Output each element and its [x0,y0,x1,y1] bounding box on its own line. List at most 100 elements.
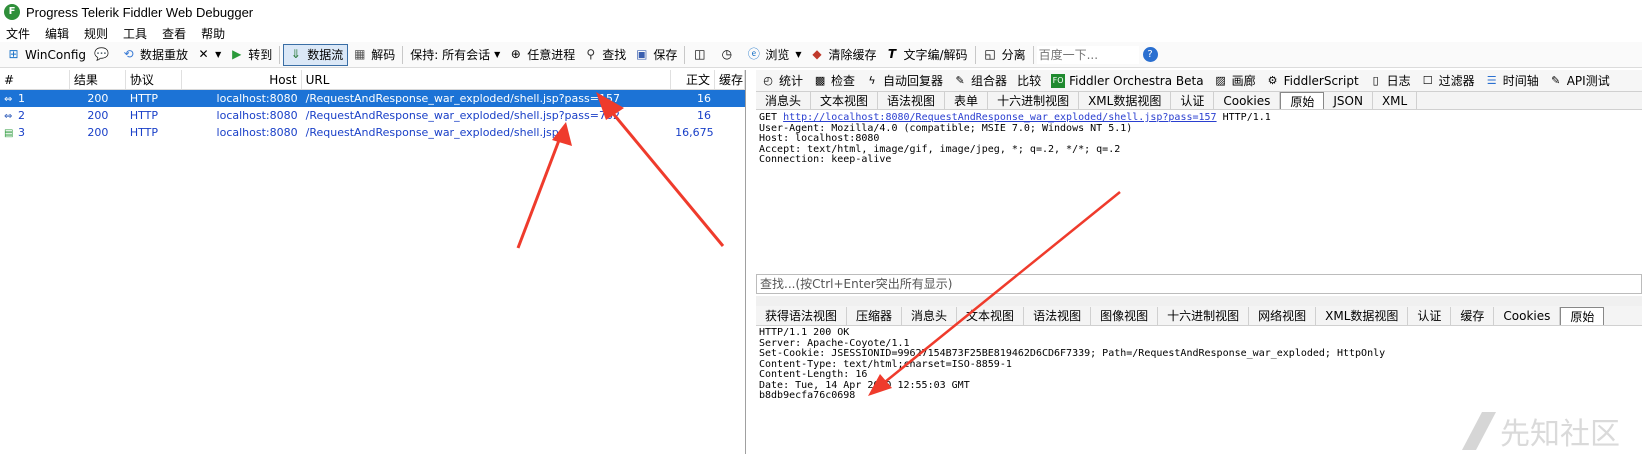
session-host: localhost:8080 [216,126,298,139]
text-encode-button[interactable]: T 文字编/解码 [881,44,972,66]
screenshot-button[interactable]: ◫ [688,44,715,66]
session-protocol: HTTP [129,92,158,105]
response-tab-headers[interactable]: 消息头 [902,306,958,325]
request-tab-auth[interactable]: 认证 [1171,92,1215,109]
stream-button[interactable]: ⇓ 数据流 [283,43,349,66]
session-list-header: # 结果 协议 Host URL 正文 缓存 [0,70,745,90]
response-body: b8db9ecfa76c0698 [759,390,856,401]
tearoff-button[interactable]: ◱ 分离 [979,44,1030,66]
response-tab-webview[interactable]: 网络视图 [1249,306,1317,325]
save-button[interactable]: ▣ 保存 [630,44,681,66]
tab-inspectors[interactable]: ▩ 检查 [808,71,860,91]
column-header-number[interactable]: # [0,70,70,89]
menu-edit[interactable]: 编辑 [45,25,69,42]
api-test-icon: ✎ [1551,73,1561,87]
menu-tools[interactable]: 工具 [123,25,147,42]
find-button[interactable]: ⚲ 查找 [579,44,630,66]
response-tab-cookies[interactable]: Cookies [1494,306,1561,325]
response-tab-hexview[interactable]: 十六进制视图 [1158,306,1250,325]
column-header-result[interactable]: 结果 [70,70,126,89]
checkbox-icon: ☐ [1422,73,1433,87]
response-tab-get-syntaxview[interactable]: 获得语法视图 [756,306,848,325]
response-tab-xml-data[interactable]: XML数据视图 [1316,306,1409,325]
pane-splitter[interactable] [756,296,1642,306]
request-method: GET [759,112,778,123]
search-input[interactable] [1036,45,1139,64]
go-button[interactable]: ▶ 转到 [225,44,276,66]
request-url-link[interactable]: http://localhost:8080/RequestAndResponse… [783,112,1216,123]
session-body-size: 16 [697,109,712,122]
windows-icon: ⊞ [8,47,19,61]
timer-button[interactable]: ◷ [715,44,742,66]
response-tab-syntaxview[interactable]: 语法视图 [1024,306,1092,325]
request-tab-raw[interactable]: 原始 [1280,92,1325,109]
tab-filters[interactable]: ☐ 过滤器 [1416,71,1480,91]
lightning-icon: ϟ [868,73,876,87]
request-tab-webforms[interactable]: 表单 [945,92,989,109]
find-input[interactable]: 查找...(按Ctrl+Enter突出所有显示) [756,274,1642,294]
response-tab-caching[interactable]: 缓存 [1451,306,1495,325]
winconfig-button[interactable]: ⊞ WinConfig [2,44,90,66]
tearoff-icon: ◱ [984,47,996,61]
keep-sessions-dropdown[interactable]: 保持: 所有会话 ▼ [406,44,504,66]
request-raw-view[interactable]: GET http://localhost:8080/RequestAndResp… [756,112,1642,274]
menu-help[interactable]: 帮助 [201,25,225,42]
tab-statistics[interactable]: ◴ 统计 [756,71,808,91]
column-header-body[interactable]: 正文 [671,70,715,89]
request-tab-syntaxview[interactable]: 语法视图 [878,92,946,109]
request-tab-xml-data[interactable]: XML数据视图 [1079,92,1172,109]
tab-composer[interactable]: ✎ 组合器 [948,71,1012,91]
response-raw-view[interactable]: HTTP/1.1 200 OK Server: Apache-Coyote/1.… [756,326,1642,454]
response-tab-imageview[interactable]: 图像视图 [1091,306,1159,325]
decode-label: 解码 [371,48,396,62]
column-header-cache[interactable]: 缓存 [715,70,745,89]
session-result: 200 [87,109,109,122]
request-tab-cookies[interactable]: Cookies [1214,92,1281,109]
tab-timeline[interactable]: ☰ 时间轴 [1480,71,1544,91]
tab-gallery[interactable]: ▨ 画廊 [1209,71,1261,91]
session-cache [715,90,745,107]
session-row[interactable]: ⇔ 2 200 HTTP localhost:8080 /RequestAndRe… [0,107,745,124]
column-header-host[interactable]: Host [182,70,302,89]
column-header-protocol[interactable]: 协议 [126,70,182,89]
tab-autoresponder[interactable]: ϟ 自动回复器 [860,71,948,91]
tab-orchestra[interactable]: FO Fiddler Orchestra Beta [1046,71,1209,91]
column-header-url[interactable]: URL [302,70,672,89]
clear-cache-button[interactable]: ◆ 清除缓存 [806,44,881,66]
response-tab-raw[interactable]: 原始 [1560,306,1605,325]
menu-view[interactable]: 查看 [162,25,186,42]
menu-rules[interactable]: 规则 [84,25,108,42]
session-cache [715,107,745,124]
pencil-icon: ✎ [955,73,965,87]
response-tab-transformer[interactable]: 压缩器 [847,306,903,325]
browse-button[interactable]: ⓔ 浏览 ▼ [742,44,805,66]
session-row[interactable]: ▤ 3 200 HTTP localhost:8080 /RequestAndRe… [0,124,745,141]
toolbar-divider [1032,45,1034,64]
tab-api-test[interactable]: ✎ API测试 [1544,71,1615,91]
tab-compare[interactable]: 比较 [1012,71,1046,91]
request-tab-hexview[interactable]: 十六进制视图 [988,92,1080,109]
decode-button[interactable]: ▦ 解码 [348,44,399,66]
remove-button[interactable]: ✕ ▼ [192,44,225,66]
response-subtabs: 获得语法视图 压缩器 消息头 文本视图 语法视图 图像视图 十六进制视图 网络视… [756,306,1642,326]
crosshair-icon: ⊕ [510,47,521,61]
tab-log[interactable]: ▯ 日志 [1364,71,1416,91]
request-tab-textview[interactable]: 文本视图 [811,92,879,109]
request-tab-json[interactable]: JSON [1324,92,1373,109]
decode-icon: ▦ [354,47,366,61]
request-tab-headers[interactable]: 消息头 [756,92,812,109]
request-arrows-icon: ⇔ [4,111,13,122]
any-process-button[interactable]: ⊕ 任意进程 [504,44,579,66]
session-row[interactable]: ⇔ 1 200 HTTP localhost:8080 /RequestAndRe… [0,90,745,107]
inspector-pane: ◴ 统计 ▩ 检查 ϟ 自动回复器 ✎ 组合器 比较 FO Fiddler Orchest… [756,70,1642,454]
close-icon: ✕ [198,47,209,61]
help-button[interactable]: ? [1139,44,1166,66]
response-tab-auth[interactable]: 认证 [1408,306,1452,325]
menu-file[interactable]: 文件 [6,25,30,42]
response-tab-textview[interactable]: 文本视图 [957,306,1025,325]
replay-button[interactable]: ⟲ 数据重放 [117,44,192,66]
comment-button[interactable]: 💬 [90,44,117,66]
stream-label: 数据流 [307,48,344,62]
tab-fiddlerscript[interactable]: ⚙ FiddlerScript [1261,71,1364,91]
request-tab-xml[interactable]: XML [1373,92,1418,109]
